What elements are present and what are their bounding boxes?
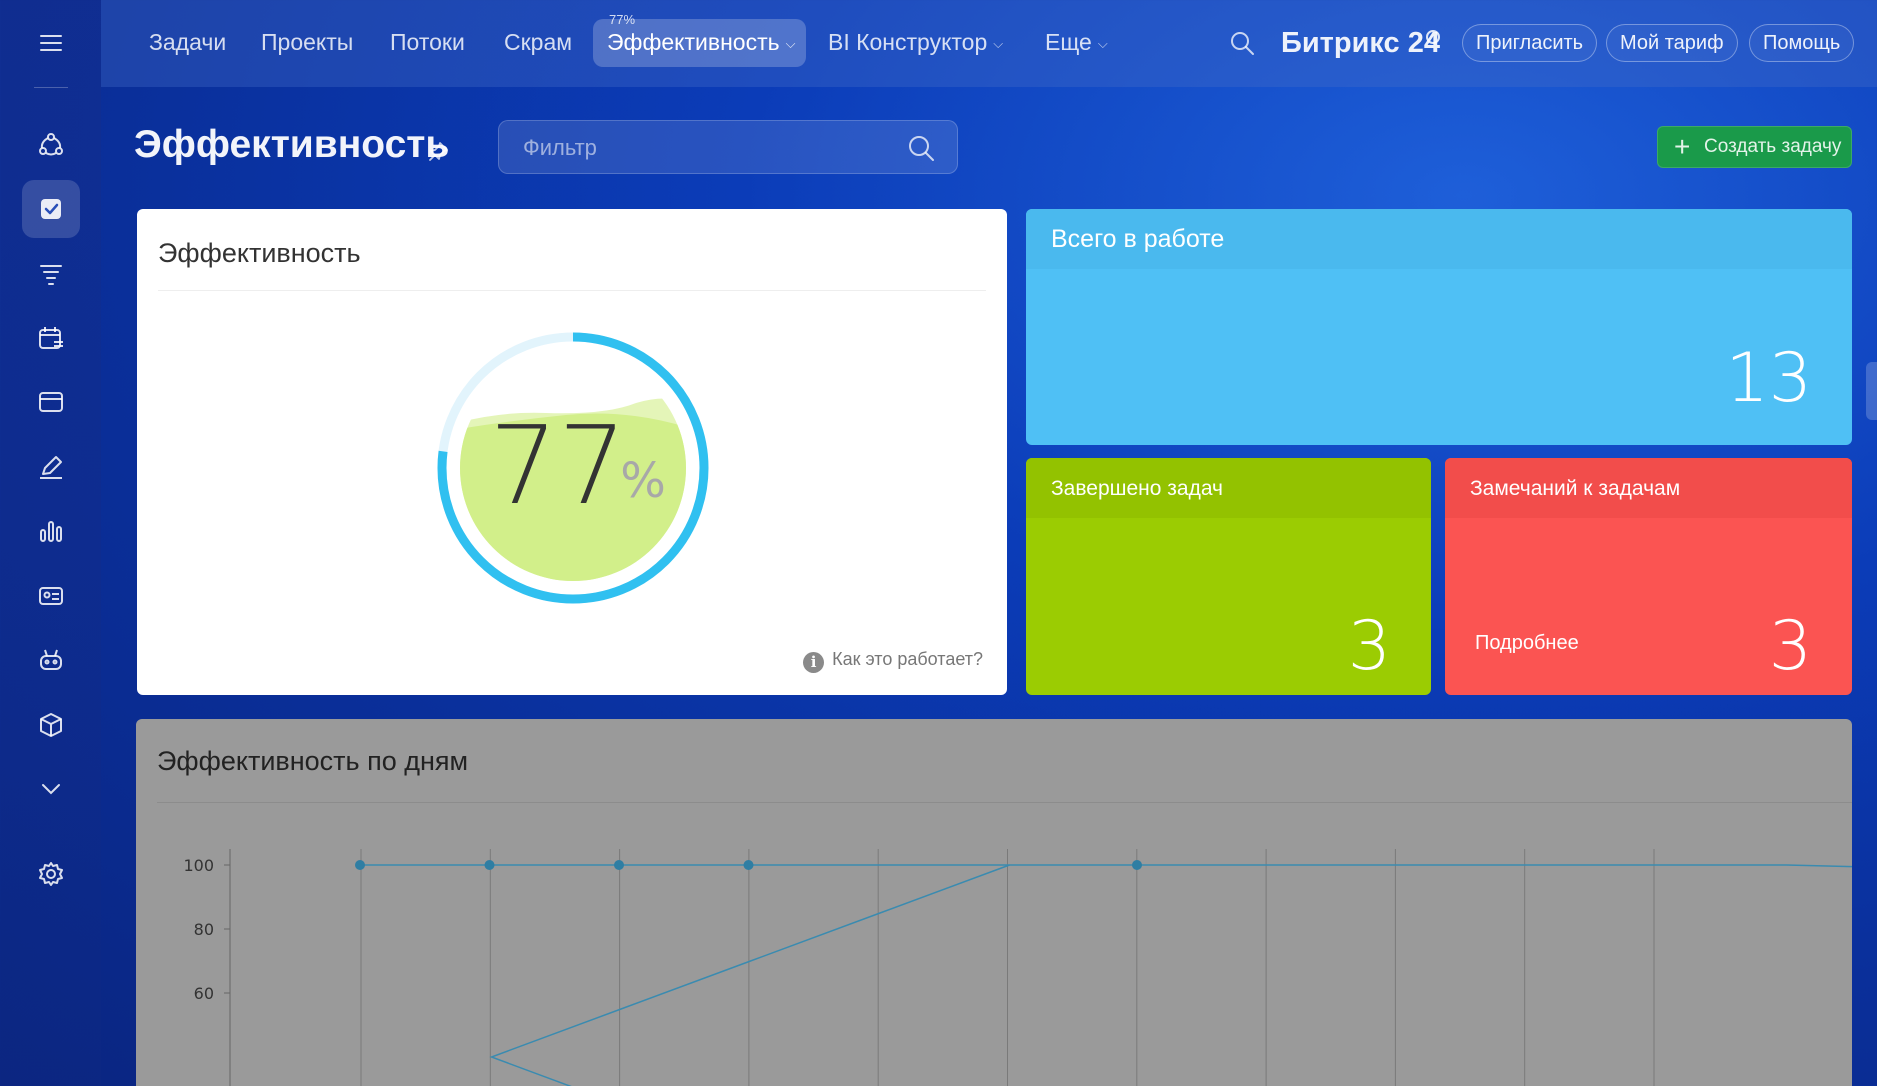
filter-input[interactable] [523,134,883,162]
sidebar-item-funnel-icon[interactable] [22,245,80,303]
create-task-button[interactable]: + Создать задачу [1657,126,1852,168]
in-work-card[interactable]: Всего в работе 13 [1026,209,1852,445]
left-sidebar [0,0,101,1086]
nav-more-label: Еще [1045,29,1092,55]
side-panel-tab[interactable] [1866,362,1877,420]
nav-efficiency[interactable]: Эффективность ⌵ [607,29,795,56]
sidebar-item-calendar-icon[interactable] [22,309,80,367]
efficiency-card-divider [158,290,986,291]
completed-value: 3 [1347,607,1391,686]
remarks-value: 3 [1768,607,1812,686]
remarks-title: Замечаний к задачам [1470,477,1681,500]
nav-scrum[interactable]: Скрам [504,29,572,56]
nav-bi-label: BI Конструктор [828,29,988,55]
nav-bi-constructor[interactable]: BI Конструктор ⌵ [828,29,1003,56]
days-line-chart: 100 80 60 [183,849,1852,1086]
sidebar-item-network-icon[interactable] [22,116,80,174]
info-icon: i [803,652,825,673]
sidebar-item-robot-icon[interactable] [22,631,80,689]
search-icon[interactable] [1229,30,1255,56]
efficiency-card: Эффективность 77 % i Как это работает? [137,209,1007,695]
chevron-down-icon: ⌵ [1097,35,1108,51]
plus-icon: + [1674,131,1691,162]
tariff-button[interactable]: Мой тариф [1606,24,1738,62]
series-point [1132,860,1142,870]
chevron-down-icon: ⌵ [993,35,1004,51]
y-tick-label: 100 [183,856,214,875]
in-work-title: Всего в работе [1051,225,1225,253]
series-point [355,860,365,870]
completed-title: Завершено задач [1051,477,1223,500]
series-line-flat [362,864,1852,870]
invite-button[interactable]: Пригласить [1462,24,1598,62]
series-line-rising [489,864,1010,1086]
clock-icon [1426,30,1440,44]
efficiency-card-title: Эффективность [158,238,361,268]
sidebar-divider [34,87,68,88]
efficiency-by-days-card: Эффективность по дням 100 80 60 [136,719,1852,1086]
sidebar-item-box-icon[interactable] [22,696,80,754]
nav-tasks[interactable]: Задачи [149,29,226,56]
y-tick-label: 60 [194,984,214,1003]
sidebar-item-window-icon[interactable] [22,373,80,431]
remarks-more-link[interactable]: Подробнее [1475,632,1579,655]
filter-box[interactable] [498,120,958,174]
create-task-label: Создать задачу [1704,136,1842,157]
settings-gear-icon[interactable] [22,845,80,903]
chevron-down-icon[interactable] [22,760,80,818]
how-it-works-label: Как это работает? [832,649,983,669]
search-icon[interactable] [907,134,935,162]
sidebar-item-pen-icon[interactable] [22,438,80,496]
sidebar-item-tasks-icon[interactable] [22,180,80,238]
brand-logo[interactable]: Битрикс 24 [1281,27,1440,60]
chevron-down-icon: ⌵ [785,35,796,51]
page-title: Эффективность [134,123,450,166]
how-it-works-link[interactable]: i Как это работает? [803,649,983,673]
series-point [484,860,495,870]
series-point [743,860,754,870]
gauge-unit: % [620,453,666,509]
sidebar-item-analytics-icon[interactable] [22,502,80,560]
in-work-value: 13 [1725,339,1812,418]
nav-more[interactable]: Еще ⌵ [1045,29,1108,56]
nav-projects[interactable]: Проекты [261,29,353,56]
nav-efficiency-badge: 77% [609,12,636,27]
nav-efficiency-label: Эффективность [607,29,780,55]
sidebar-item-contacts-icon[interactable] [22,567,80,625]
help-button[interactable]: Помощь [1749,24,1855,62]
pin-icon[interactable] [428,140,450,162]
series-point [614,860,624,870]
completed-card[interactable]: Завершено задач 3 [1026,458,1431,695]
menu-icon[interactable] [22,14,80,72]
efficiency-gauge: 77 % [437,332,709,604]
gauge-value: 77 [489,404,626,529]
y-tick-label: 80 [194,920,214,939]
remarks-card[interactable]: Замечаний к задачам Подробнее 3 [1445,458,1852,695]
nav-flows[interactable]: Потоки [390,29,465,56]
